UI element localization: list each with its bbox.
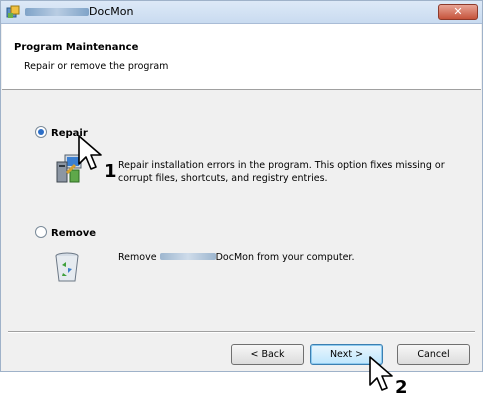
redacted-product-name	[25, 8, 89, 16]
mouse-pointer-icon	[369, 356, 393, 391]
redacted-product-name	[159, 253, 216, 260]
repair-radio[interactable]	[35, 126, 47, 138]
repair-description: Repair installation errors in the progra…	[118, 159, 445, 185]
page-header: Program Maintenance Repair or remove the…	[2, 24, 481, 90]
remove-description-prefix: Remove	[118, 252, 157, 263]
back-button[interactable]: < Back	[231, 344, 304, 365]
remove-description-suffix: DocMon from your computer.	[215, 252, 355, 263]
footer-divider	[8, 331, 475, 333]
step-number-1: 1	[104, 161, 117, 182]
repair-description-line2: corrupt files, shortcuts, and registry e…	[118, 173, 328, 184]
page-title: Program Maintenance	[14, 42, 139, 53]
page-subtitle: Repair or remove the program	[24, 61, 169, 72]
mouse-pointer-icon	[78, 135, 102, 170]
remove-radio[interactable]	[35, 226, 47, 238]
window-title: DocMon	[89, 5, 134, 18]
close-button[interactable]: ✕	[438, 4, 478, 20]
recycle-bin-icon	[55, 252, 79, 282]
remove-option[interactable]: Remove	[35, 226, 96, 239]
repair-description-line1: Repair installation errors in the progra…	[118, 160, 445, 171]
step-number-2: 2	[395, 377, 408, 398]
title-bar: DocMon ✕	[1, 1, 482, 24]
close-icon: ✕	[453, 5, 463, 18]
installer-app-icon	[6, 5, 20, 18]
remove-description: Remove DocMon from your computer.	[118, 251, 354, 264]
remove-label: Remove	[51, 228, 97, 239]
installer-window: DocMon ✕ Program Maintenance Repair or r…	[0, 0, 483, 372]
cancel-button[interactable]: Cancel	[397, 344, 470, 365]
